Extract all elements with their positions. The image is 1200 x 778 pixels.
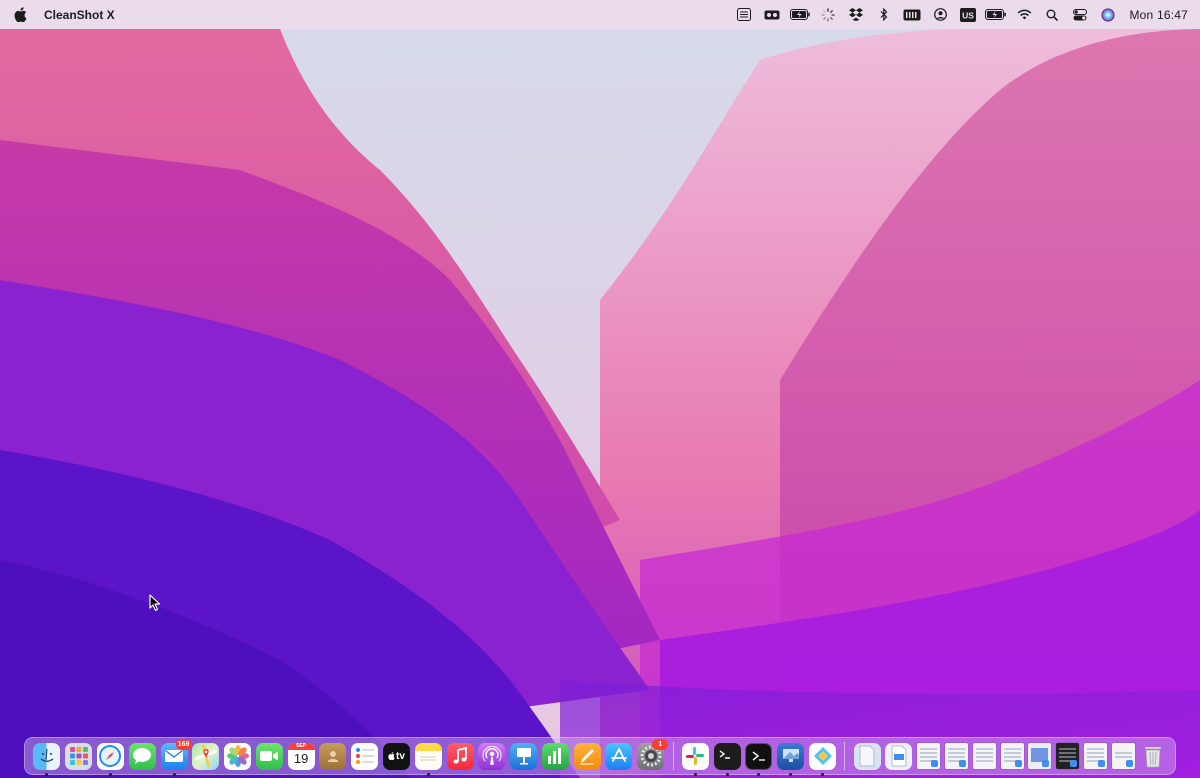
trash-icon xyxy=(1140,743,1167,770)
recent-screenshot-icon[interactable] xyxy=(1111,743,1135,769)
documents-folder-icon xyxy=(853,742,881,770)
dock-slack[interactable] xyxy=(681,742,709,776)
notes-icon xyxy=(414,742,442,770)
dock-trash[interactable] xyxy=(1140,743,1167,770)
dock-pages[interactable] xyxy=(573,742,601,770)
dock-cleanshot[interactable] xyxy=(809,742,836,776)
siri-icon[interactable] xyxy=(1097,4,1119,26)
apple-icon[interactable] xyxy=(14,7,28,23)
recent-screenshot-icon[interactable] xyxy=(1000,743,1024,769)
safari-icon xyxy=(96,742,124,770)
calendar-icon: SEP 19 xyxy=(287,742,315,770)
recent-screenshot-icon[interactable] xyxy=(1028,743,1052,769)
app-store-icon xyxy=(605,742,633,770)
user-icon[interactable] xyxy=(929,4,951,26)
list-icon[interactable] xyxy=(733,4,755,26)
running-indicator xyxy=(426,772,430,776)
dock-podcasts[interactable] xyxy=(478,742,506,770)
dock-contacts[interactable] xyxy=(319,742,347,770)
dock-numbers[interactable] xyxy=(541,742,569,770)
downloads-folder-icon xyxy=(885,742,913,770)
calendar-month: SEP xyxy=(287,742,315,750)
pages-icon xyxy=(573,742,601,770)
dock-system-settings[interactable]: 1 xyxy=(637,738,669,770)
control-center-icon[interactable] xyxy=(1069,4,1091,26)
active-app-name[interactable]: CleanShot X xyxy=(44,8,115,22)
calendar-day: 19 xyxy=(293,750,309,766)
music-icon xyxy=(446,742,474,770)
dock-separator xyxy=(844,742,846,770)
keynote-icon xyxy=(510,742,538,770)
desktop-wallpaper xyxy=(0,0,1200,778)
photos-icon xyxy=(224,742,252,770)
dock-apple-tv[interactable]: tv xyxy=(382,742,410,770)
finder-icon xyxy=(33,742,61,770)
running-indicator xyxy=(693,772,697,776)
bluetooth-icon[interactable] xyxy=(873,4,895,26)
dock-documents-stack[interactable] xyxy=(853,742,881,770)
dock-maps[interactable] xyxy=(192,742,220,770)
iterm-icon xyxy=(745,742,773,770)
running-indicator xyxy=(172,772,176,776)
apple-tv-icon: tv xyxy=(382,742,410,770)
remote-desktop-icon xyxy=(777,742,805,770)
dock-calendar[interactable]: SEP 19 xyxy=(287,742,315,770)
wifi-icon[interactable] xyxy=(1013,4,1035,26)
maps-icon xyxy=(192,742,220,770)
dock-separator xyxy=(672,742,674,770)
recent-screenshot-icon[interactable] xyxy=(917,743,941,769)
battery-charging-icon[interactable] xyxy=(789,4,811,26)
numbers-icon xyxy=(541,742,569,770)
recent-screenshot-icon[interactable] xyxy=(1083,743,1107,769)
dock-mail[interactable]: 169 xyxy=(160,738,192,776)
dropbox-icon[interactable] xyxy=(845,4,867,26)
dock-safari[interactable] xyxy=(96,742,124,776)
dock-keynote[interactable] xyxy=(510,742,538,770)
recent-screenshot-icon[interactable] xyxy=(945,743,969,769)
running-indicator xyxy=(821,772,824,776)
dock-iterm[interactable] xyxy=(745,742,773,776)
facetime-icon xyxy=(255,742,283,770)
battery-icon[interactable] xyxy=(985,4,1007,26)
reminders-icon xyxy=(351,742,379,770)
running-indicator xyxy=(789,772,793,776)
dock-remote-desktop[interactable] xyxy=(777,742,805,776)
cleanshot-icon[interactable] xyxy=(761,4,783,26)
dock-notes[interactable] xyxy=(414,742,442,776)
running-indicator xyxy=(108,772,112,776)
input-source-icon[interactable]: US xyxy=(957,4,979,26)
messages-icon xyxy=(128,742,156,770)
dock-launchpad[interactable] xyxy=(65,742,93,770)
podcasts-icon xyxy=(478,742,506,770)
dock-messages[interactable] xyxy=(128,742,156,770)
dock-photos[interactable] xyxy=(224,742,252,770)
dock-finder[interactable] xyxy=(33,742,61,776)
settings-badge: 1 xyxy=(652,738,669,750)
running-indicator xyxy=(725,772,729,776)
terminal-icon xyxy=(713,742,741,770)
mail-badge: 169 xyxy=(175,738,192,750)
input-source-label: US xyxy=(963,10,975,20)
mouse-pointer-icon xyxy=(149,594,161,617)
dock: 169 SEP 19 tv 1 xyxy=(24,737,1176,776)
menu-bar: CleanShot X US Mon 16:47 xyxy=(0,0,1200,29)
memory-icon[interactable] xyxy=(901,4,923,26)
dock-app-store[interactable] xyxy=(605,742,633,770)
spotlight-icon[interactable] xyxy=(1041,4,1063,26)
dock-facetime[interactable] xyxy=(255,742,283,770)
recent-screenshot-icon[interactable] xyxy=(1056,743,1080,769)
dock-terminal[interactable] xyxy=(713,742,741,776)
launchpad-icon xyxy=(65,742,93,770)
recent-screenshot-icon[interactable] xyxy=(972,743,996,769)
menubar-clock[interactable]: Mon 16:47 xyxy=(1129,8,1188,22)
slack-icon xyxy=(681,742,709,770)
contacts-icon xyxy=(319,742,347,770)
dock-downloads-stack[interactable] xyxy=(885,742,913,770)
cleanshot-app-icon xyxy=(809,742,836,770)
dock-reminders[interactable] xyxy=(351,742,379,770)
apple-tv-label: tv xyxy=(396,750,405,762)
dock-music[interactable] xyxy=(446,742,474,770)
loading-icon[interactable] xyxy=(817,4,839,26)
